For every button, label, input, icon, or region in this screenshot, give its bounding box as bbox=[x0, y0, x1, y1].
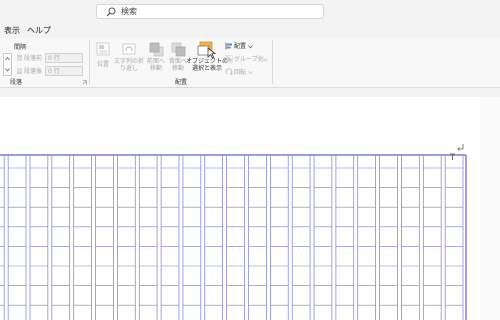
group-separator bbox=[89, 40, 90, 84]
rotate-button-label[interactable]: 回転 bbox=[234, 69, 246, 76]
title-bar: 検索 bbox=[0, 0, 500, 24]
spacing-label: 間隔 bbox=[14, 44, 27, 51]
send-backward-icon bbox=[171, 42, 186, 57]
arrange-group-label: 配置 bbox=[174, 79, 187, 86]
position-button-label[interactable]: 位置 bbox=[93, 61, 113, 68]
spin-buttons[interactable] bbox=[3, 53, 12, 76]
group-objects-icon bbox=[225, 55, 233, 63]
space-after-label: 段落後 bbox=[24, 68, 43, 75]
text-cursor-icon bbox=[450, 153, 455, 160]
space-after-icon bbox=[17, 68, 22, 74]
search-icon bbox=[106, 7, 116, 17]
menu-bar: 表示 ヘルプ bbox=[0, 24, 500, 38]
group-button-label[interactable]: グループ化 bbox=[234, 56, 264, 63]
paragraph-group-label: 段落 bbox=[10, 79, 23, 86]
align-icon bbox=[225, 42, 232, 50]
ribbon-strip bbox=[0, 88, 500, 97]
paragraph-mark-icon bbox=[457, 144, 464, 151]
space-after-value: 0 行 bbox=[48, 68, 60, 75]
vertical-scrollbar[interactable] bbox=[480, 97, 500, 320]
document-page[interactable] bbox=[0, 97, 480, 320]
search-placeholder: 検索 bbox=[121, 7, 137, 16]
manuscript-grid bbox=[0, 154, 467, 320]
rotate-dropdown-icon[interactable] bbox=[248, 71, 253, 75]
position-icon bbox=[96, 42, 110, 56]
space-after-field[interactable]: 0 行 bbox=[45, 66, 83, 76]
wrap-text-label-2: り返し bbox=[119, 65, 138, 72]
align-dropdown-icon[interactable] bbox=[248, 45, 253, 49]
selection-pane-label-2: 選択と表示 bbox=[191, 65, 222, 72]
wrap-text-icon bbox=[122, 43, 136, 55]
menu-view[interactable]: 表示 bbox=[4, 26, 20, 36]
search-box[interactable]: 検索 bbox=[96, 4, 324, 19]
align-button-label[interactable]: 配置 bbox=[234, 43, 246, 50]
rotate-icon bbox=[225, 68, 233, 75]
space-before-value: 0 行 bbox=[48, 55, 60, 62]
dialog-launcher-icon[interactable] bbox=[82, 80, 87, 85]
space-before-field[interactable]: 0 行 bbox=[45, 53, 83, 63]
bring-forward-icon bbox=[149, 42, 164, 57]
menu-help[interactable]: ヘルプ bbox=[27, 26, 51, 36]
selection-pane-icon bbox=[197, 41, 217, 58]
group-separator-2 bbox=[272, 40, 273, 84]
spin-arrows-icon bbox=[5, 56, 10, 72]
bring-forward-label-1[interactable]: 前面へ bbox=[145, 58, 167, 65]
selection-pane-label-1[interactable]: オブジェクトの bbox=[186, 58, 228, 65]
group-dropdown-icon[interactable] bbox=[263, 58, 268, 62]
space-before-label: 段落前 bbox=[24, 55, 43, 62]
space-before-icon bbox=[17, 55, 22, 61]
bring-forward-label-2: 移動 bbox=[149, 65, 162, 72]
wrap-text-label-1[interactable]: 文字列の折 bbox=[112, 58, 146, 65]
